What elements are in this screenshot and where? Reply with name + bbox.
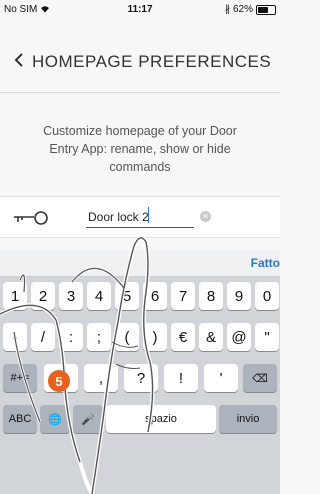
key-symbol[interactable]: ;: [87, 323, 111, 351]
input-underline: [86, 227, 194, 228]
key-5[interactable]: 5: [115, 282, 139, 310]
key-symbol[interactable]: &: [199, 323, 223, 351]
more-symbols-key[interactable]: #+=: [3, 364, 37, 392]
key-symbol[interactable]: ,: [84, 364, 118, 392]
status-bar: No SIM 11:17 ∦ 62%: [0, 0, 280, 20]
key-2[interactable]: 2: [31, 282, 55, 310]
key-symbol[interactable]: ?: [124, 364, 158, 392]
page-title: HOMEPAGE PREFERENCES: [32, 52, 272, 71]
abc-key[interactable]: ABC: [3, 405, 37, 433]
key-icon: [14, 211, 48, 225]
battery-icon: [256, 4, 276, 15]
key-symbol[interactable]: /: [31, 323, 55, 351]
space-key[interactable]: spazio: [106, 405, 216, 433]
text-caret: [148, 207, 149, 223]
key-9[interactable]: 9: [227, 282, 251, 310]
microphone-icon[interactable]: 🎤: [73, 405, 103, 433]
key-3[interactable]: 3: [59, 282, 83, 310]
return-key[interactable]: invio: [219, 405, 277, 433]
battery-status: ∦ 62%: [225, 4, 276, 15]
page-description: Customize homepage of your Door Entry Ap…: [43, 124, 237, 174]
battery-percent: 62%: [232, 4, 253, 15]
key-symbol[interactable]: €: [171, 323, 195, 351]
key-symbol[interactable]: ': [204, 364, 238, 392]
clear-icon[interactable]: ✕: [200, 211, 211, 222]
key-symbol[interactable]: ": [255, 323, 279, 351]
key-symbol[interactable]: ): [143, 323, 167, 351]
key-6[interactable]: 6: [143, 282, 167, 310]
bluetooth-icon: ∦: [224, 4, 230, 15]
keyboard-toolbar: Fatto: [0, 250, 280, 277]
key-0[interactable]: 0: [255, 282, 279, 310]
key-symbol[interactable]: @: [227, 323, 251, 351]
globe-icon[interactable]: 🌐: [40, 405, 70, 433]
backspace-icon[interactable]: ⌫: [243, 364, 277, 392]
chevron-left-icon[interactable]: [14, 52, 24, 68]
key-symbol[interactable]: -: [3, 323, 27, 351]
header-divider: [0, 92, 280, 93]
key-1[interactable]: 1: [3, 282, 27, 310]
key-symbol[interactable]: !: [164, 364, 198, 392]
key-4[interactable]: 4: [87, 282, 111, 310]
key-7[interactable]: 7: [171, 282, 195, 310]
done-button[interactable]: Fatto: [251, 256, 280, 270]
key-symbol[interactable]: (: [115, 323, 139, 351]
command-name-row: ✕: [0, 196, 280, 238]
command-name-input[interactable]: [86, 207, 198, 227]
keyboard: Fatto 1234567890-/:;()€&@"#+=.,?!'⌫ABC🌐🎤…: [0, 250, 280, 494]
key-8[interactable]: 8: [199, 282, 223, 310]
step-number-badge: 5: [48, 370, 70, 392]
key-symbol[interactable]: :: [59, 323, 83, 351]
battery-fill: [258, 6, 268, 13]
